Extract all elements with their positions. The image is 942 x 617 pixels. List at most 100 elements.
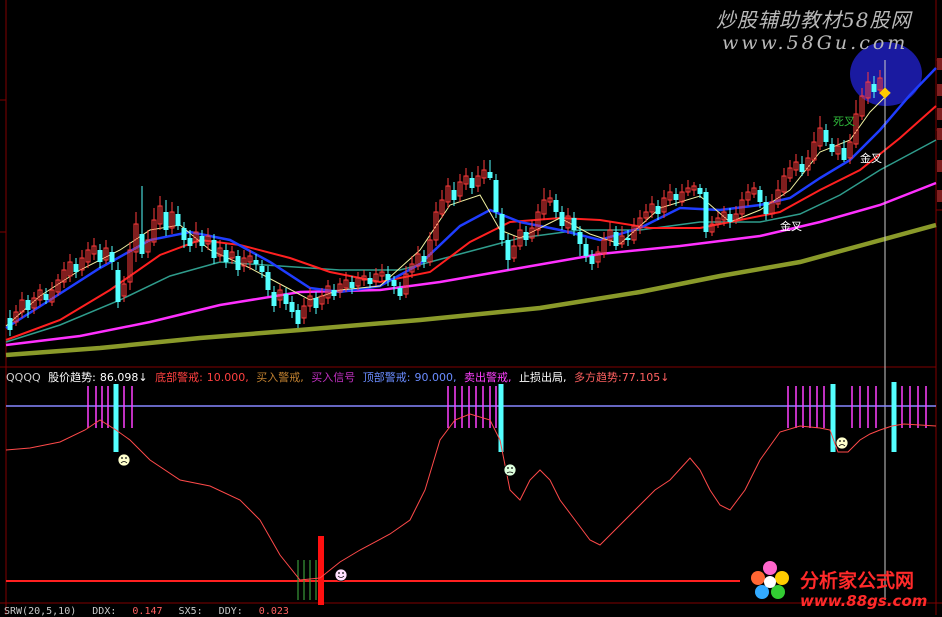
candle [61, 262, 67, 288]
candle [751, 182, 757, 198]
candle [73, 258, 79, 278]
candle-body [493, 180, 499, 212]
candle-body [583, 244, 589, 256]
frown-face-icon [117, 453, 131, 467]
candle [265, 266, 271, 296]
candle [157, 196, 163, 230]
candle [805, 150, 811, 176]
indicator-panel [6, 405, 936, 582]
ddy-value: 0.023 [258, 606, 289, 617]
candle [469, 172, 475, 194]
candle-body [841, 148, 847, 160]
top-warn-value: 90.000, [414, 371, 457, 384]
candle-body [469, 178, 475, 188]
moving-average-lines [5, 67, 937, 358]
bottom-indicator-name: SRW(20,5,10) [4, 606, 77, 617]
candle [229, 246, 235, 264]
sx5-label: SX5: [178, 606, 203, 617]
candle-body [421, 256, 427, 262]
candle-body [499, 214, 505, 240]
candle-body [577, 232, 583, 244]
candle [727, 208, 733, 228]
candle [775, 180, 781, 208]
candle-body [289, 302, 295, 312]
candle [835, 138, 841, 160]
trend-line [5, 413, 937, 581]
candle-body [139, 234, 145, 254]
candle-body [73, 264, 79, 272]
candle [415, 246, 421, 270]
candle-body [109, 252, 115, 262]
candle [541, 188, 547, 220]
candle [649, 196, 655, 218]
candle-body [589, 256, 595, 264]
candle [241, 250, 247, 272]
candle [769, 194, 775, 218]
candle-body [625, 238, 631, 240]
candle-body [385, 274, 391, 280]
candle [685, 180, 691, 196]
candle-body [763, 202, 769, 214]
candle-body [235, 256, 241, 270]
candle-body [313, 298, 319, 308]
dead-cross-label: 死叉 [833, 115, 855, 128]
candle [505, 234, 511, 270]
bottom-indicator-bar: SRW(20,5,10) DDX: 0.147 SX5: DDY: 0.023 [4, 606, 299, 617]
candle-body [295, 310, 301, 324]
watermark-url: www.58Gu.com [722, 32, 909, 54]
candle [691, 182, 697, 196]
candle [181, 222, 187, 248]
candle [115, 262, 121, 308]
trend-label: 股价趋势: [48, 371, 96, 384]
candle-body [7, 318, 13, 330]
candle [355, 272, 361, 290]
candle [19, 292, 25, 318]
candle-body [757, 190, 763, 202]
candle-body [181, 228, 187, 240]
buy-signal-label: 买入信号 [311, 371, 356, 384]
candle [301, 298, 307, 324]
candle-body [727, 214, 733, 222]
neutral-face-icon [503, 463, 517, 477]
candle [457, 174, 463, 202]
candle [583, 238, 589, 262]
chart-canvas [0, 0, 942, 615]
candle [145, 230, 151, 258]
candle-body [799, 164, 805, 172]
candle-body [703, 192, 709, 232]
candle [547, 190, 553, 206]
candle-body [25, 300, 31, 310]
candle [487, 160, 493, 180]
candle-body [559, 212, 565, 226]
candle [667, 184, 673, 206]
candle-body [187, 238, 193, 246]
candle [223, 244, 229, 268]
candle [523, 226, 529, 246]
candle [163, 200, 169, 236]
candle [79, 250, 85, 276]
candle-body [655, 206, 661, 214]
candlesticks [7, 70, 883, 336]
top-warn-label: 顶部警戒: [362, 371, 411, 384]
site-logo-name: 分析家公式网 [800, 570, 915, 592]
candle [133, 212, 139, 262]
candle-body [259, 266, 265, 272]
candle [745, 184, 751, 206]
candle [559, 206, 565, 230]
candle [337, 278, 343, 298]
candle [811, 132, 817, 164]
candle-body [871, 84, 877, 92]
candle-body [163, 212, 169, 230]
candle [193, 222, 199, 248]
bottom-warn-label: 底部警戒: [155, 371, 203, 384]
candle [367, 272, 373, 288]
ddx-label: DDX: [92, 606, 117, 617]
candle-body [253, 260, 259, 264]
trend-value: 86.098 [99, 371, 139, 384]
candle [607, 222, 613, 246]
bull-trend-arrow: ↓ [660, 371, 670, 384]
bull-trend-label: 多方趋势: [574, 371, 622, 384]
candle [589, 250, 595, 270]
candle-body [829, 144, 835, 152]
candle [169, 202, 175, 234]
